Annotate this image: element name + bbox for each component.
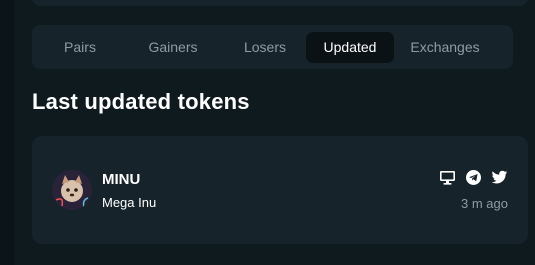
tab-updated[interactable]: Updated [306,31,394,63]
tab-bar: Pairs Gainers Losers Updated Exchanges [32,25,513,69]
tab-exchanges[interactable]: Exchanges [394,32,496,63]
left-sidebar-edge [0,0,14,265]
token-logo [52,170,92,210]
token-avatar [52,170,92,210]
token-links [439,169,508,186]
section-title: Last updated tokens [32,89,250,114]
tab-gainers[interactable]: Gainers [122,32,224,63]
token-card[interactable]: MINU Mega Inu 3 m ago [32,136,528,244]
updated-time: 3 m ago [461,196,508,211]
page: Pairs Gainers Losers Updated Exchanges L… [0,0,535,265]
telegram-icon[interactable] [465,169,482,186]
token-symbol: MINU [102,171,141,188]
monitor-icon[interactable] [439,169,456,186]
tab-pairs[interactable]: Pairs [38,32,122,63]
tab-losers[interactable]: Losers [224,32,306,63]
twitter-icon[interactable] [491,169,508,186]
previous-card [32,0,528,6]
token-name: Mega Inu [102,195,157,210]
